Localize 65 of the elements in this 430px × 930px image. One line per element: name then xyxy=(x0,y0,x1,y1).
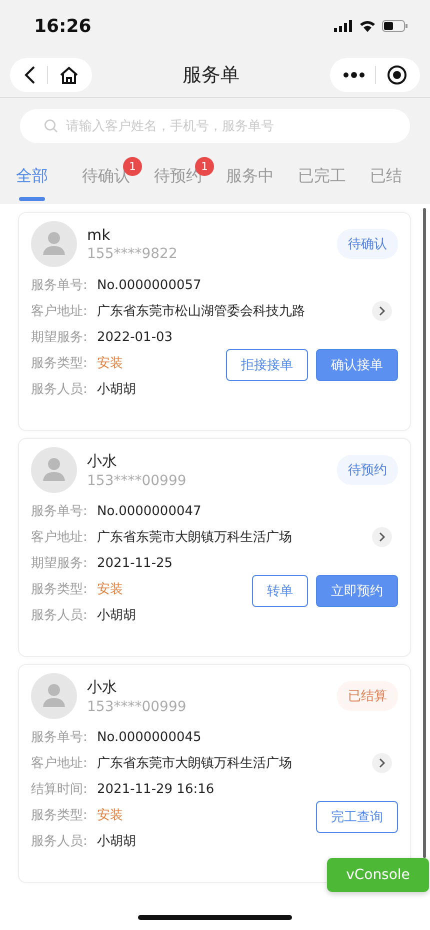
customer-name: mk xyxy=(87,226,112,244)
action-button[interactable]: 拒接接单 xyxy=(226,349,308,381)
field-value: No.0000000047 xyxy=(97,504,202,518)
field-label: 服务类型: xyxy=(31,355,88,372)
action-button[interactable]: 立即预约 xyxy=(316,575,398,607)
action-button[interactable]: 转单 xyxy=(252,575,308,607)
filter-tab[interactable]: 已结 xyxy=(370,158,402,200)
field-value: 安装 xyxy=(97,581,123,598)
field-label: 服务单号: xyxy=(31,729,88,746)
field-value: 小胡胡 xyxy=(97,607,136,624)
field-label: 服务类型: xyxy=(31,581,88,598)
search-icon xyxy=(44,119,58,133)
field-value: 小胡胡 xyxy=(97,381,136,398)
chevron-icon[interactable] xyxy=(372,301,392,321)
filter-tab[interactable]: 全部 xyxy=(16,158,48,200)
customer-name: 小水 xyxy=(87,678,118,696)
field-value: No.0000000045 xyxy=(97,730,202,744)
field-label: 客户地址: xyxy=(31,755,88,772)
vconsole-button[interactable]: vConsole xyxy=(327,858,429,892)
chevron-icon[interactable] xyxy=(372,527,392,547)
field-label: 客户地址: xyxy=(31,303,88,320)
field-label: 期望服务: xyxy=(31,555,88,572)
customer-phone: 153****00999 xyxy=(87,472,188,488)
field-label: 服务人员: xyxy=(31,833,88,850)
field-value: 2021-11-25 xyxy=(97,556,173,570)
field-value: 小胡胡 xyxy=(97,833,136,850)
signal-icon xyxy=(334,20,353,32)
home-icon[interactable] xyxy=(58,66,78,84)
more-icon[interactable] xyxy=(343,72,366,78)
status-time: 16:26 xyxy=(34,16,92,36)
status-tag: 待预约 xyxy=(337,455,398,485)
target-icon[interactable] xyxy=(386,64,407,84)
field-value: 广东省东莞市松山湖管委会科技九路 xyxy=(97,303,305,320)
field-value: 2022-01-03 xyxy=(97,330,173,344)
avatar-icon xyxy=(31,673,77,719)
back-icon[interactable] xyxy=(24,66,36,84)
field-value: 安装 xyxy=(97,807,123,824)
status-tag: 已结算 xyxy=(337,681,398,711)
field-label: 服务人员: xyxy=(31,381,88,398)
customer-name: 小水 xyxy=(87,452,118,470)
filter-tab[interactable]: 已完工 xyxy=(298,158,346,200)
action-button[interactable]: 确认接单 xyxy=(316,349,398,381)
field-label: 服务单号: xyxy=(31,503,88,520)
customer-phone: 155****9822 xyxy=(87,246,178,262)
field-label: 结算时间: xyxy=(31,781,88,798)
field-label: 客户地址: xyxy=(31,529,88,546)
avatar-icon xyxy=(31,221,77,267)
field-label: 服务单号: xyxy=(31,277,88,294)
field-value: 广东省东莞市大朗镇万科生活广场 xyxy=(97,755,292,772)
filter-tab[interactable]: 服务中 xyxy=(226,158,274,200)
chevron-icon[interactable] xyxy=(372,753,392,773)
field-label: 服务类型: xyxy=(31,807,88,824)
battery-icon xyxy=(382,20,408,32)
field-label: 服务人员: xyxy=(31,607,88,624)
avatar-icon xyxy=(31,447,77,493)
status-tag: 待确认 xyxy=(337,229,398,259)
wifi-icon xyxy=(359,20,376,32)
field-value: 安装 xyxy=(97,355,123,372)
page-title: 服务单 xyxy=(182,62,240,88)
field-value: 广东省东莞市大朗镇万科生活广场 xyxy=(97,529,292,546)
action-button[interactable]: 完工查询 xyxy=(316,801,398,833)
field-label: 期望服务: xyxy=(31,329,88,346)
customer-phone: 153****00999 xyxy=(87,698,188,714)
field-value: 2021-11-29 16:16 xyxy=(97,782,214,796)
field-value: No.0000000057 xyxy=(97,278,202,292)
